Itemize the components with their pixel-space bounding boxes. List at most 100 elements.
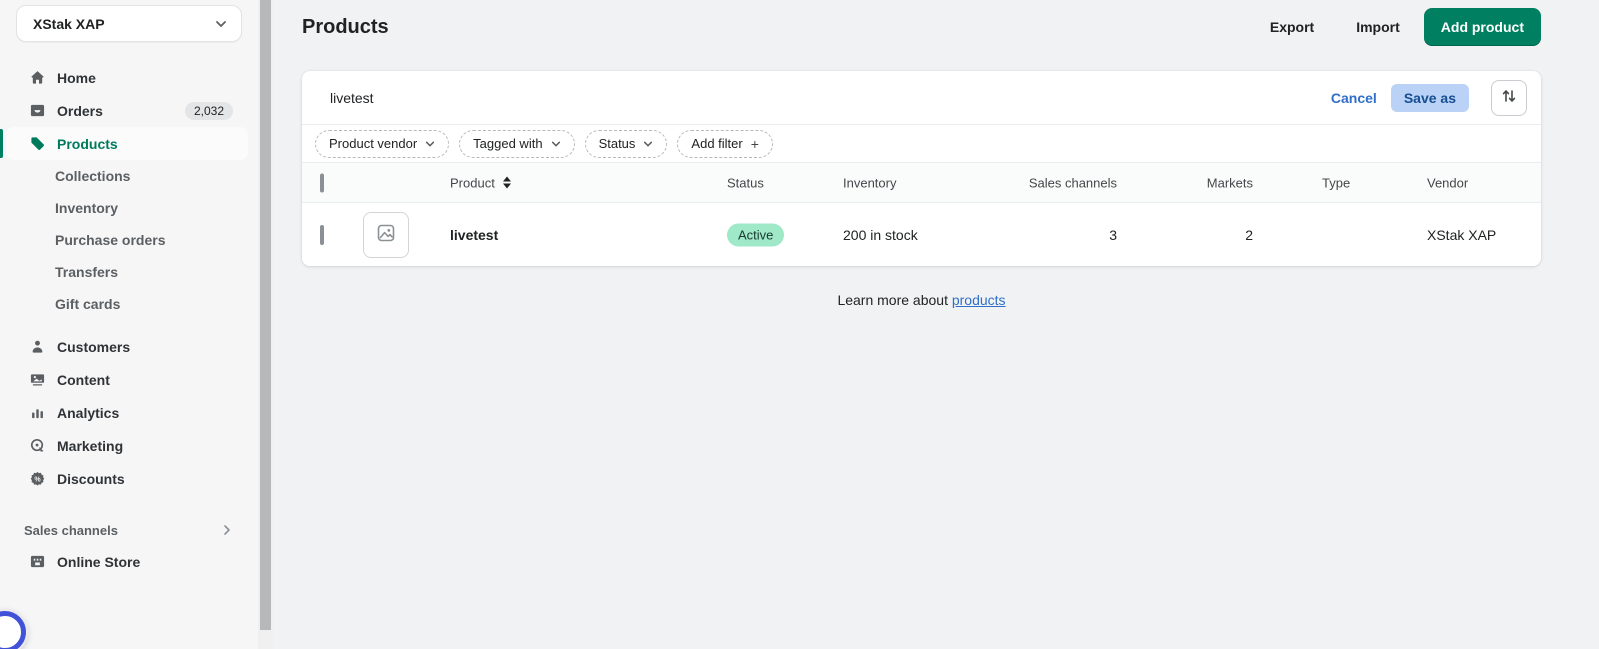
sales-channels-header[interactable]: Sales channels: [6, 515, 232, 545]
sidebar-item-orders[interactable]: Orders 2,032: [6, 94, 248, 127]
column-sort-icon[interactable]: [502, 176, 511, 189]
save-as-button[interactable]: Save as: [1390, 83, 1469, 112]
row-checkbox[interactable]: [320, 224, 324, 245]
sidebar-item-settings[interactable]: Settings: [6, 641, 246, 649]
sort-button[interactable]: [1491, 79, 1527, 116]
column-label: Product: [450, 175, 495, 190]
filter-label: Product vendor: [329, 136, 418, 151]
column-header-type: Type: [1322, 175, 1351, 190]
sidebar-item-label: Home: [57, 69, 96, 86]
thumbnail-frame: [363, 211, 409, 258]
column-header-inventory: Inventory: [843, 175, 897, 190]
filter-label: Tagged with: [473, 136, 543, 151]
sidebar-item-label: Online Store: [57, 553, 141, 570]
sidebar-item-analytics[interactable]: Analytics: [6, 396, 248, 429]
filter-product-vendor[interactable]: Product vendor: [315, 129, 450, 158]
sidebar-nav: Home Orders 2,032 Products Collections I…: [0, 61, 258, 578]
sidebar-item-label: Content: [57, 371, 110, 388]
chevron-down-icon: [643, 139, 653, 149]
filter-tagged-with[interactable]: Tagged with: [459, 129, 575, 158]
sidebar-item-label: Orders: [57, 102, 103, 119]
chevron-down-icon: [551, 139, 561, 149]
select-all-checkbox[interactable]: [320, 173, 324, 192]
sales-channels-label: Sales channels: [24, 522, 118, 538]
chat-widget-button[interactable]: [0, 611, 26, 649]
chevron-right-icon: [222, 525, 232, 535]
plus-icon: +: [750, 135, 759, 152]
column-header-markets: Markets: [1206, 175, 1253, 190]
product-thumbnail: [363, 211, 409, 258]
sidebar-item-marketing[interactable]: Marketing: [6, 429, 248, 462]
vertical-scrollbar-track[interactable]: [258, 0, 273, 649]
sidebar-item-home[interactable]: Home: [6, 61, 248, 94]
search-input[interactable]: [330, 89, 1331, 106]
active-indicator-bar: [0, 129, 3, 158]
import-button[interactable]: Import: [1356, 19, 1400, 35]
page-header: Products Export Import Add product: [302, 0, 1541, 54]
sidebar-item-gift-cards[interactable]: Gift cards: [6, 288, 248, 320]
product-name: livetest: [450, 226, 499, 243]
cancel-button[interactable]: Cancel: [1331, 90, 1377, 106]
filter-bar: Product vendor Tagged with Status Add fi…: [302, 125, 1541, 163]
row-checkbox-cell: [320, 224, 324, 245]
sales-channels-cell: 3: [1109, 226, 1117, 243]
sort-desc-arrow: [502, 183, 511, 189]
content-media-icon: [30, 372, 45, 387]
products-help-link[interactable]: products: [952, 292, 1006, 308]
sidebar-item-products[interactable]: Products: [0, 127, 248, 160]
sidebar-item-label: Products: [57, 135, 118, 152]
status-badge: Active: [727, 223, 785, 246]
page-title: Products: [302, 15, 389, 38]
main-content: Products Export Import Add product Cance…: [273, 0, 1599, 649]
sort-asc-arrow: [502, 176, 511, 182]
header-actions: Export Import Add product: [1270, 8, 1541, 46]
status-cell: Active: [727, 223, 785, 246]
learn-more-label: Learn more about: [837, 292, 948, 308]
products-card: Cancel Save as Product vendor Tagged wit…: [302, 71, 1541, 266]
sort-arrows-icon: [1501, 88, 1517, 107]
analytics-bars-icon: [30, 405, 45, 420]
vertical-scrollbar-thumb[interactable]: [260, 0, 271, 630]
column-header-vendor: Vendor: [1427, 175, 1469, 190]
sidebar-item-collections[interactable]: Collections: [6, 160, 248, 192]
customers-icon: [30, 339, 45, 354]
sidebar-item-label: Gift cards: [55, 296, 121, 312]
filter-status[interactable]: Status: [584, 129, 668, 158]
sidebar: XStak XAP Home Orders 2,032 Products Col…: [0, 0, 258, 649]
marketing-target-icon: [30, 438, 45, 453]
product-name-cell[interactable]: livetest: [450, 227, 498, 243]
learn-more-text: Learn more about products: [302, 292, 1541, 308]
sidebar-item-content[interactable]: Content: [6, 363, 248, 396]
column-header-product[interactable]: Product: [450, 175, 511, 190]
chevron-down-icon: [215, 18, 227, 30]
table-row[interactable]: livetest Active 200 in stock 3 2 XStak X…: [302, 203, 1541, 266]
column-header-status: Status: [727, 175, 764, 190]
export-button[interactable]: Export: [1270, 19, 1314, 35]
inventory-cell: 200 in stock: [843, 226, 918, 243]
sidebar-item-customers[interactable]: Customers: [6, 330, 248, 363]
add-product-button[interactable]: Add product: [1423, 8, 1541, 46]
sidebar-item-label: Inventory: [55, 200, 119, 216]
orders-icon: [30, 103, 45, 118]
orders-count-badge: 2,032: [184, 101, 233, 120]
markets-cell: 2: [1245, 226, 1253, 243]
sidebar-item-inventory[interactable]: Inventory: [6, 192, 248, 224]
add-filter-button[interactable]: Add filter +: [677, 129, 773, 158]
sidebar-item-label: Analytics: [57, 404, 120, 421]
sidebar-item-discounts[interactable]: % Discounts: [6, 462, 248, 495]
sidebar-item-purchase-orders[interactable]: Purchase orders: [6, 224, 248, 256]
home-icon: [30, 70, 45, 85]
select-all-checkbox-cell: [320, 173, 324, 192]
discounts-percent-icon: %: [30, 471, 45, 486]
online-store-icon: [30, 554, 45, 569]
image-placeholder-icon: [376, 223, 396, 246]
products-tag-icon: [30, 136, 45, 151]
sidebar-item-label: Customers: [57, 338, 131, 355]
sidebar-item-online-store[interactable]: Online Store: [6, 545, 248, 578]
chevron-down-icon: [425, 139, 435, 149]
sidebar-item-transfers[interactable]: Transfers: [6, 256, 248, 288]
sidebar-item-label: Discounts: [57, 470, 125, 487]
table-header: Product Status Inventory Sales channels …: [302, 163, 1541, 203]
store-switcher[interactable]: XStak XAP: [16, 5, 242, 42]
